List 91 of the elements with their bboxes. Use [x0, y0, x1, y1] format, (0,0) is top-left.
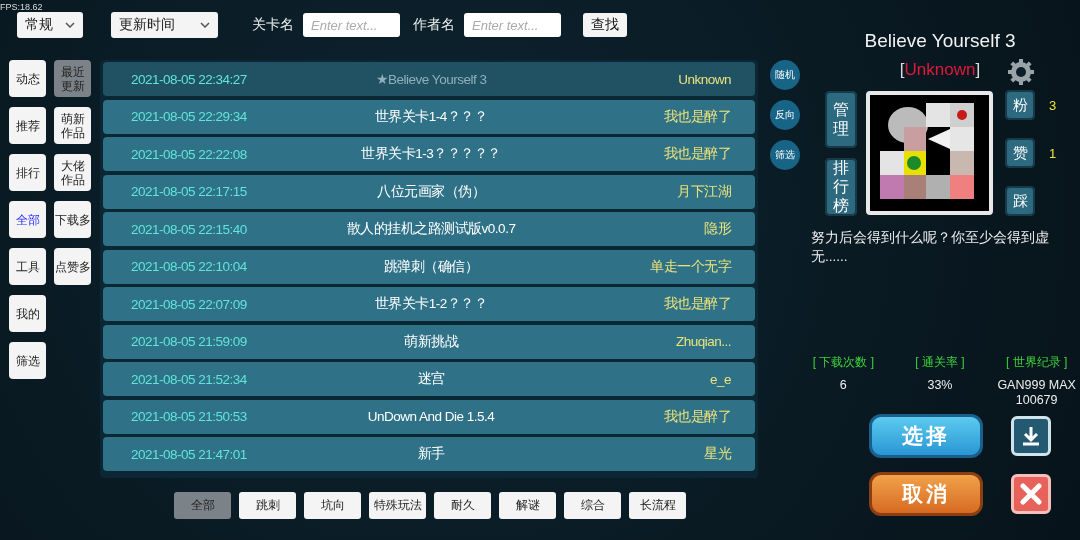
upload-time: 2021-08-05 21:47:01	[131, 446, 248, 462]
level-title: 跳弹刺（确信）	[382, 257, 480, 276]
sort-option-button[interactable]: 大佬作品	[54, 154, 91, 191]
category-button[interactable]: 工具	[9, 248, 46, 285]
tag-filter-button[interactable]: 综合	[564, 492, 621, 519]
upload-time: 2021-08-05 22:10:04	[131, 259, 248, 274]
sort-option-button[interactable]: 最近更新	[54, 60, 91, 97]
level-row[interactable]: 2021-08-05 22:17:15 八位元画家（伪） 月下江湖	[103, 174, 755, 209]
level-author: e_e	[708, 371, 731, 387]
level-author: 月下江湖	[676, 182, 731, 201]
level-author: 单走一个无字	[649, 257, 731, 276]
upload-time: 2021-08-05 21:52:34	[131, 371, 248, 387]
side-action-button[interactable]: 筛选	[770, 140, 800, 170]
category-button[interactable]: 动态	[9, 60, 46, 97]
category-button[interactable]: 全部	[9, 201, 46, 238]
level-row[interactable]: 2021-08-05 21:52:34 迷宫 e_e	[103, 362, 755, 396]
level-title: 新手	[416, 445, 446, 463]
stat-label: [ 通关率 ]	[914, 354, 966, 371]
stat-value: GAN999 MAX 100679	[996, 378, 1077, 408]
sort-option-button[interactable]: 点赞多	[54, 248, 91, 285]
level-description: 努力后会得到什么呢？你至少会得到虚无......	[811, 229, 1050, 266]
fan-button[interactable]: 粉	[1005, 90, 1035, 120]
level-row[interactable]: 2021-08-05 22:15:40 散人的挂机之路测试版v0.0.7 隐形	[103, 212, 755, 246]
side-action-button[interactable]: 反向	[770, 100, 800, 130]
sort-dropdown[interactable]: 更新时间	[111, 12, 218, 38]
level-author: Unknown	[677, 71, 731, 87]
level-name-label: 关卡名	[252, 16, 294, 34]
level-title: 八位元画家（伪）	[376, 182, 486, 201]
search-button[interactable]: 查找	[583, 13, 627, 37]
tag-filter-button[interactable]: 特殊玩法	[369, 492, 426, 519]
level-title: 世界关卡1-4？？？	[373, 107, 489, 126]
level-author: 隐形	[703, 220, 731, 238]
leaderboard-button[interactable]: 排行榜	[825, 157, 857, 216]
level-row[interactable]: 2021-08-05 21:50:53 UnDown And Die 1.5.4 我也是醉了	[103, 399, 755, 434]
level-detail-author: [Unknown]	[899, 60, 981, 81]
level-detail-title: Believe Yourself 3	[864, 30, 1016, 52]
level-title: 世界关卡1-3？？？？？	[360, 145, 502, 163]
sort-option-button[interactable]: 萌新作品	[54, 107, 91, 144]
like-button[interactable]: 赞	[1005, 138, 1035, 168]
level-row[interactable]: 2021-08-05 22:07:09 世界关卡1-2？？？ 我也是醉了	[103, 287, 755, 321]
upload-time: 2021-08-05 22:34:27	[131, 71, 248, 87]
category-button[interactable]: 我的	[9, 295, 46, 332]
upload-time: 2021-08-05 21:59:09	[131, 334, 248, 349]
stat-value: 6	[838, 378, 848, 394]
tag-filter-button[interactable]: 全部	[174, 492, 231, 519]
level-row[interactable]: 2021-08-05 22:29:34 世界关卡1-4？？？ 我也是醉了	[103, 99, 755, 134]
level-author: 我也是醉了	[662, 295, 731, 313]
tag-filter-button[interactable]: 耐久	[434, 492, 491, 519]
level-row[interactable]: 2021-08-05 22:10:04 跳弹刺（确信） 单走一个无字	[103, 249, 755, 284]
fps-counter: FPS:18.62	[0, 2, 43, 12]
like-count: 1	[1049, 145, 1057, 161]
level-title: 世界关卡1-2？？？	[373, 295, 489, 313]
level-author: 我也是醉了	[662, 407, 731, 426]
tag-filter-button[interactable]: 坑向	[304, 492, 361, 519]
level-title: UnDown And Die 1.5.4	[366, 409, 496, 424]
stat-value: 33%	[926, 378, 954, 394]
level-author: Zhuqian...	[674, 334, 731, 349]
level-row[interactable]: 2021-08-05 21:59:09 萌新挑战 Zhuqian...	[103, 324, 755, 359]
level-title: 萌新挑战	[403, 332, 460, 351]
upload-time: 2021-08-05 22:15:40	[131, 221, 248, 237]
author-name-field[interactable]: Enter text...	[464, 13, 561, 37]
level-row[interactable]: 2021-08-05 22:34:27 ★Believe Yourself 3 Unknown	[103, 62, 755, 96]
level-row[interactable]: 2021-08-05 22:22:08 世界关卡1-3？？？？？ 我也是醉了	[103, 137, 755, 171]
upload-time: 2021-08-05 21:50:53	[131, 409, 248, 424]
level-row[interactable]: 2021-08-05 21:47:01 新手 星光	[103, 437, 755, 471]
upload-time: 2021-08-05 22:29:34	[131, 109, 248, 124]
level-title: ★Believe Yourself 3	[374, 71, 488, 87]
stat-label: [ 世界纪录 ]	[1005, 354, 1069, 371]
category-button[interactable]: 排行	[9, 154, 46, 191]
stat-label: [ 下载次数 ]	[811, 354, 875, 371]
level-name-field[interactable]: Enter text...	[303, 13, 400, 37]
manage-button[interactable]: 管理	[825, 90, 857, 148]
level-author: 我也是醉了	[662, 107, 731, 126]
side-action-button[interactable]: 随机	[770, 60, 800, 90]
category-button[interactable]: 推荐	[9, 107, 46, 144]
level-author: 我也是醉了	[662, 145, 731, 163]
upload-time: 2021-08-05 22:17:15	[131, 184, 248, 199]
upload-time: 2021-08-05 22:22:08	[131, 146, 248, 162]
fan-count: 3	[1049, 97, 1057, 113]
tag-filter-button[interactable]: 长流程	[629, 492, 686, 519]
tag-filter-button[interactable]: 跳刺	[239, 492, 296, 519]
tag-filter-button[interactable]: 解谜	[499, 492, 556, 519]
mode-dropdown[interactable]: 常规	[17, 12, 83, 38]
sort-option-button[interactable]: 下载多	[54, 201, 91, 238]
author-name-label: 作者名	[413, 16, 455, 34]
level-author: 星光	[703, 445, 731, 463]
dislike-button[interactable]: 踩	[1005, 186, 1035, 216]
level-title: 迷宫	[416, 370, 446, 388]
level-title: 散人的挂机之路测试版v0.0.7	[345, 220, 517, 238]
upload-time: 2021-08-05 22:07:09	[131, 296, 248, 312]
category-button[interactable]: 筛选	[9, 342, 46, 379]
